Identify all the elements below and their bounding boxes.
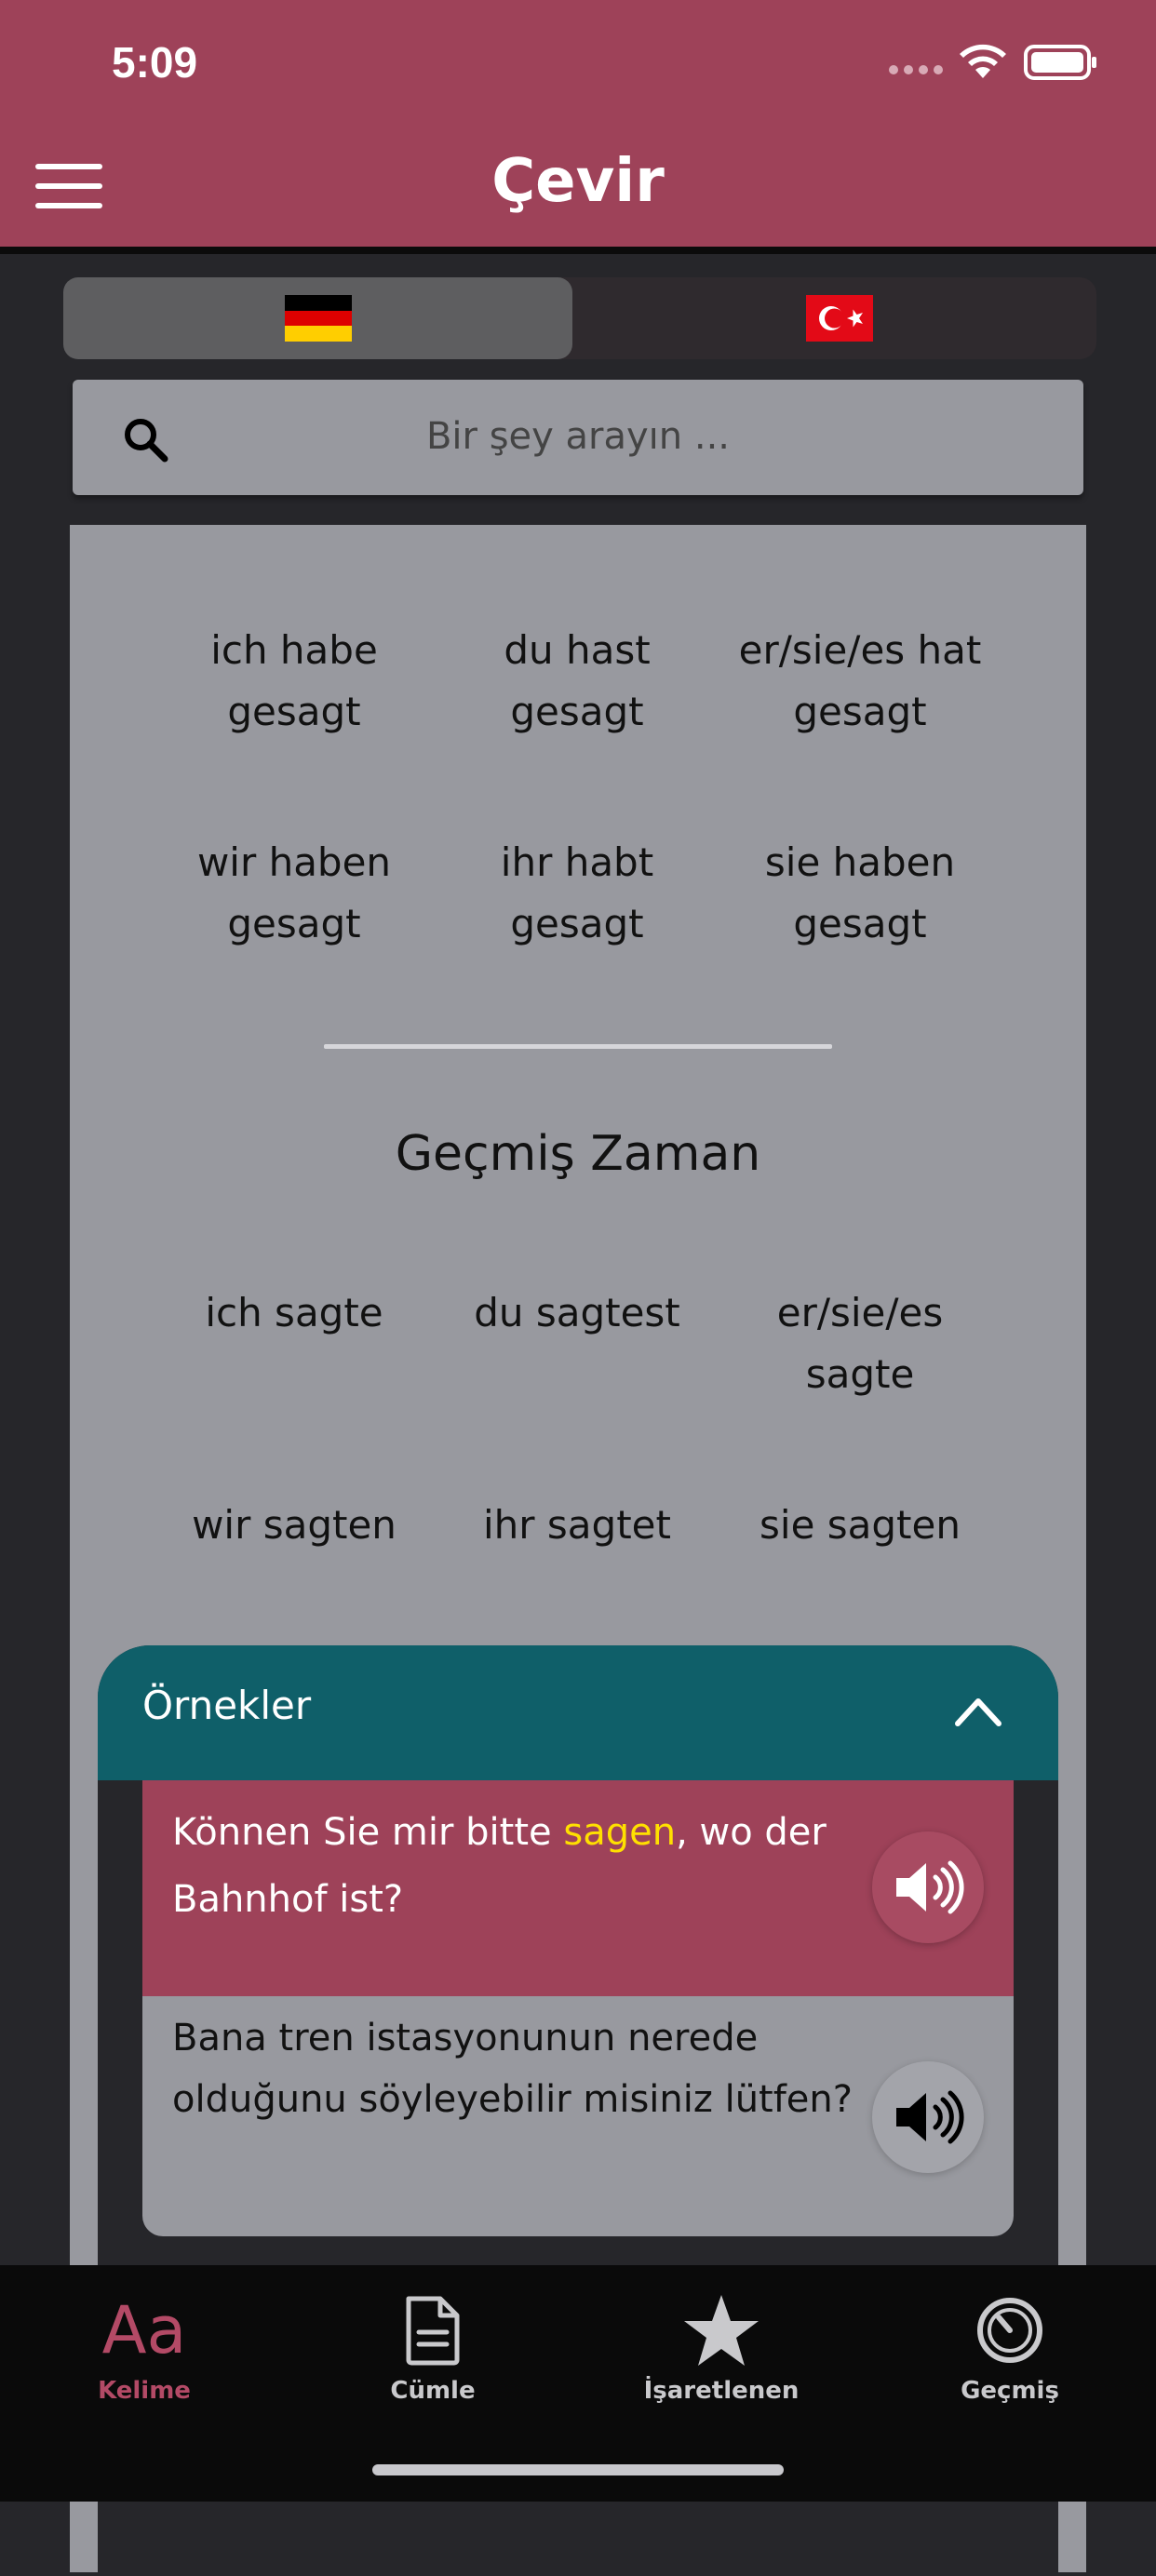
tab-isaretlenen[interactable]: İşaretlenen bbox=[577, 2265, 866, 2433]
signal-icon bbox=[889, 65, 943, 74]
example-card: Können Sie mir bitte sagen, wo der Bahnh… bbox=[142, 1780, 1014, 2236]
chevron-up-icon[interactable] bbox=[952, 1692, 1004, 1729]
language-selector bbox=[63, 277, 1096, 359]
conjugation-item: wir haben gesagt bbox=[196, 839, 392, 946]
conjugation-item: ich habe gesagt bbox=[210, 627, 378, 734]
play-turkish-button[interactable] bbox=[872, 2061, 984, 2173]
speaker-icon bbox=[896, 2090, 964, 2144]
conjugation-item: du hast gesagt bbox=[504, 627, 651, 734]
page-title: Çevir bbox=[491, 147, 665, 216]
document-icon bbox=[289, 2284, 577, 2377]
example-german: Können Sie mir bitte sagen, wo der Bahnh… bbox=[142, 1780, 1014, 1996]
german-flag-icon bbox=[284, 295, 352, 342]
section-divider bbox=[324, 1044, 832, 1049]
example-turkish: Bana tren istasyonunun nerede olduğunu s… bbox=[142, 1996, 1014, 2236]
tab-label: İşaretlenen bbox=[643, 2377, 800, 2405]
status-time: 5:09 bbox=[112, 38, 198, 87]
conjugation-item: er/sie/es sagte bbox=[776, 1290, 944, 1397]
tab-label: Kelime bbox=[98, 2377, 191, 2405]
timer-icon bbox=[866, 2284, 1154, 2377]
search-placeholder: Bir şey arayın ... bbox=[425, 415, 730, 458]
examples-title: Örnekler bbox=[142, 1683, 312, 1728]
speaker-icon bbox=[896, 1860, 964, 1914]
tab-label: Cümle bbox=[390, 2377, 476, 2405]
conjugation-item: ihr sagtet bbox=[483, 1502, 671, 1548]
search-bar[interactable]: Bir şey arayın ... bbox=[73, 380, 1083, 495]
past-tense-title: Geçmiş Zaman bbox=[395, 1126, 761, 1182]
conjugation-item: ihr habt gesagt bbox=[500, 839, 654, 946]
conjugation-item: sie sagten bbox=[759, 1502, 961, 1548]
app-header: Çevir bbox=[0, 140, 1156, 254]
tab-cumle[interactable]: Cümle bbox=[289, 2265, 577, 2433]
conjugation-item: ich sagte bbox=[205, 1290, 383, 1335]
status-bar: 5:09 bbox=[0, 0, 1156, 140]
example-german-text: Können Sie mir bitte sagen, wo der Bahnh… bbox=[172, 1811, 827, 1921]
tab-gecmis[interactable]: Geçmiş bbox=[866, 2265, 1154, 2433]
examples-header[interactable]: Örnekler bbox=[98, 1645, 1058, 1780]
language-german-button[interactable] bbox=[63, 277, 572, 359]
home-indicator[interactable] bbox=[372, 2464, 784, 2475]
conjugation-item: sie haben gesagt bbox=[764, 839, 956, 946]
star-icon bbox=[577, 2284, 866, 2377]
wifi-icon bbox=[960, 44, 1006, 78]
example-turkish-text: Bana tren istasyonunun nerede olduğunu s… bbox=[172, 2017, 853, 2121]
tab-kelime[interactable]: Aa Kelime bbox=[0, 2265, 289, 2433]
tab-label: Geçmiş bbox=[961, 2377, 1059, 2405]
language-turkish-button[interactable] bbox=[585, 277, 1094, 359]
play-german-button[interactable] bbox=[872, 1831, 984, 1943]
turkish-flag-icon bbox=[805, 295, 873, 342]
conjugation-item: er/sie/es hat gesagt bbox=[738, 627, 982, 734]
conjugation-item: wir sagten bbox=[192, 1502, 397, 1548]
conjugation-item: du sagtest bbox=[474, 1290, 680, 1335]
word-icon: Aa bbox=[101, 2292, 187, 2368]
battery-icon bbox=[1024, 45, 1096, 80]
